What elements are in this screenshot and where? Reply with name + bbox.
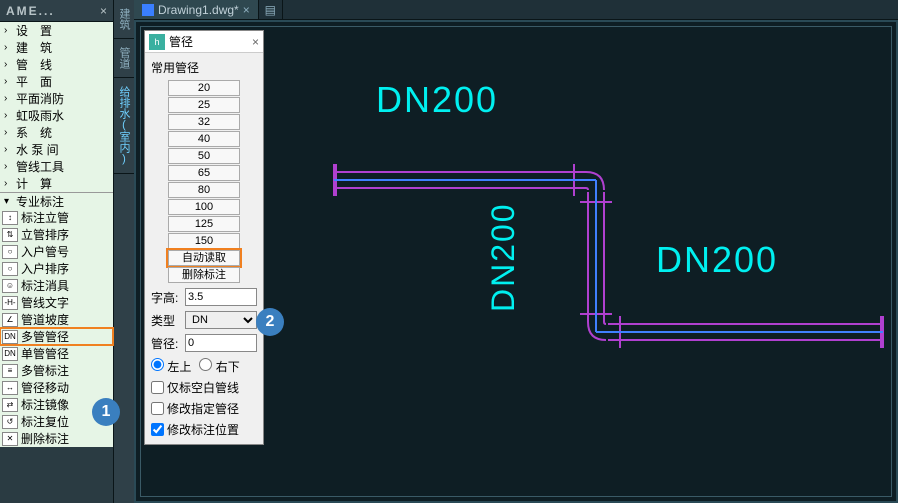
item-icon: ✕	[2, 432, 18, 446]
item-icon: ○	[2, 262, 18, 276]
chevron-down-icon: ▾	[4, 196, 12, 207]
pipe-label-top: DN200	[376, 79, 498, 120]
document-tab[interactable]: Drawing1.dwg* ×	[134, 0, 259, 19]
palette-header[interactable]: AME... ×	[0, 0, 113, 22]
callout-badge-1: 1	[92, 398, 120, 426]
pipe-drawing: DN200 DN200 DN200	[136, 22, 896, 502]
tree-item[interactable]: ›平 面	[0, 73, 113, 90]
chevron-right-icon: ›	[4, 161, 12, 172]
item-icon: -H-	[2, 296, 18, 310]
tree-item[interactable]: ›建 筑	[0, 39, 113, 56]
plus-icon: ▤	[265, 3, 276, 17]
item-icon: ≡	[2, 364, 18, 378]
chevron-right-icon: ›	[4, 127, 12, 138]
item-icon: DN	[2, 330, 18, 344]
section-label: 专业标注	[16, 193, 64, 210]
tree-item[interactable]: ›虹吸雨水	[0, 107, 113, 124]
item-icon: ↔	[2, 381, 18, 395]
palette-item[interactable]: -H-管线文字	[0, 294, 113, 311]
side-tab-drain[interactable]: 给排水(室内)	[114, 78, 134, 174]
tree-item[interactable]: ›计 算	[0, 175, 113, 192]
palette-item[interactable]: ○入户排序	[0, 260, 113, 277]
close-icon[interactable]: ×	[100, 4, 107, 18]
item-icon: DN	[2, 347, 18, 361]
pipe-label-right: DN200	[656, 239, 778, 280]
tree-item[interactable]: ›系 统	[0, 124, 113, 141]
palette-item[interactable]: ✕删除标注	[0, 430, 113, 447]
chevron-right-icon: ›	[4, 42, 12, 53]
palette-item[interactable]: ↔管径移动	[0, 379, 113, 396]
tab-close-icon[interactable]: ×	[243, 3, 250, 17]
item-icon: ⇅	[2, 228, 18, 242]
item-icon: ↺	[2, 415, 18, 429]
palette-title: AME...	[6, 4, 94, 18]
tab-label: Drawing1.dwg*	[158, 3, 239, 17]
callout-badge-2: 2	[256, 308, 284, 336]
dwg-icon	[142, 4, 154, 16]
item-icon: ↕	[2, 211, 18, 225]
palette-item[interactable]: DN多管管径	[0, 328, 113, 345]
palette-section[interactable]: ▾ 专业标注	[0, 192, 113, 209]
pipe-label-mid: DN200	[485, 202, 521, 312]
palette-item[interactable]: ○入户管号	[0, 243, 113, 260]
chevron-right-icon: ›	[4, 25, 12, 36]
item-icon: ☺	[2, 279, 18, 293]
tree-item[interactable]: ›水 泵 间	[0, 141, 113, 158]
chevron-right-icon: ›	[4, 76, 12, 87]
tree-item[interactable]: ›管 线	[0, 56, 113, 73]
item-icon: ⇄	[2, 398, 18, 412]
palette-item[interactable]: ≡多管标注	[0, 362, 113, 379]
palette-item[interactable]: ∠管道坡度	[0, 311, 113, 328]
palette-item[interactable]: ☺标注消具	[0, 277, 113, 294]
chevron-right-icon: ›	[4, 93, 12, 104]
tree-item[interactable]: ›管线工具	[0, 158, 113, 175]
item-icon: ○	[2, 245, 18, 259]
tool-palette: AME... × ›设 置›建 筑›管 线›平 面›平面消防›虹吸雨水›系 统›…	[0, 0, 114, 503]
tree-item[interactable]: ›设 置	[0, 22, 113, 39]
item-icon: ∠	[2, 313, 18, 327]
drawing-canvas[interactable]: h 管径 × 常用管径 20253240506580100125150 自动读取…	[134, 20, 898, 503]
main-area: Drawing1.dwg* × ▤ h 管径 × 常用管径 2025324050…	[134, 0, 898, 503]
palette-tree: ›设 置›建 筑›管 线›平 面›平面消防›虹吸雨水›系 统›水 泵 间›管线工…	[0, 22, 113, 192]
palette-item[interactable]: ⇅立管排序	[0, 226, 113, 243]
tree-item[interactable]: ›平面消防	[0, 90, 113, 107]
chevron-right-icon: ›	[4, 59, 12, 70]
side-tabs: 建筑 管道 给排水(室内)	[114, 0, 134, 503]
palette-item[interactable]: ↕标注立管	[0, 209, 113, 226]
side-tab-build[interactable]: 建筑	[114, 0, 134, 39]
tabbar: Drawing1.dwg* × ▤	[134, 0, 898, 20]
chevron-right-icon: ›	[4, 144, 12, 155]
new-tab-button[interactable]: ▤	[259, 0, 283, 19]
chevron-right-icon: ›	[4, 178, 12, 189]
side-tab-pipe[interactable]: 管道	[114, 39, 134, 78]
palette-item[interactable]: DN单管管径	[0, 345, 113, 362]
chevron-right-icon: ›	[4, 110, 12, 121]
